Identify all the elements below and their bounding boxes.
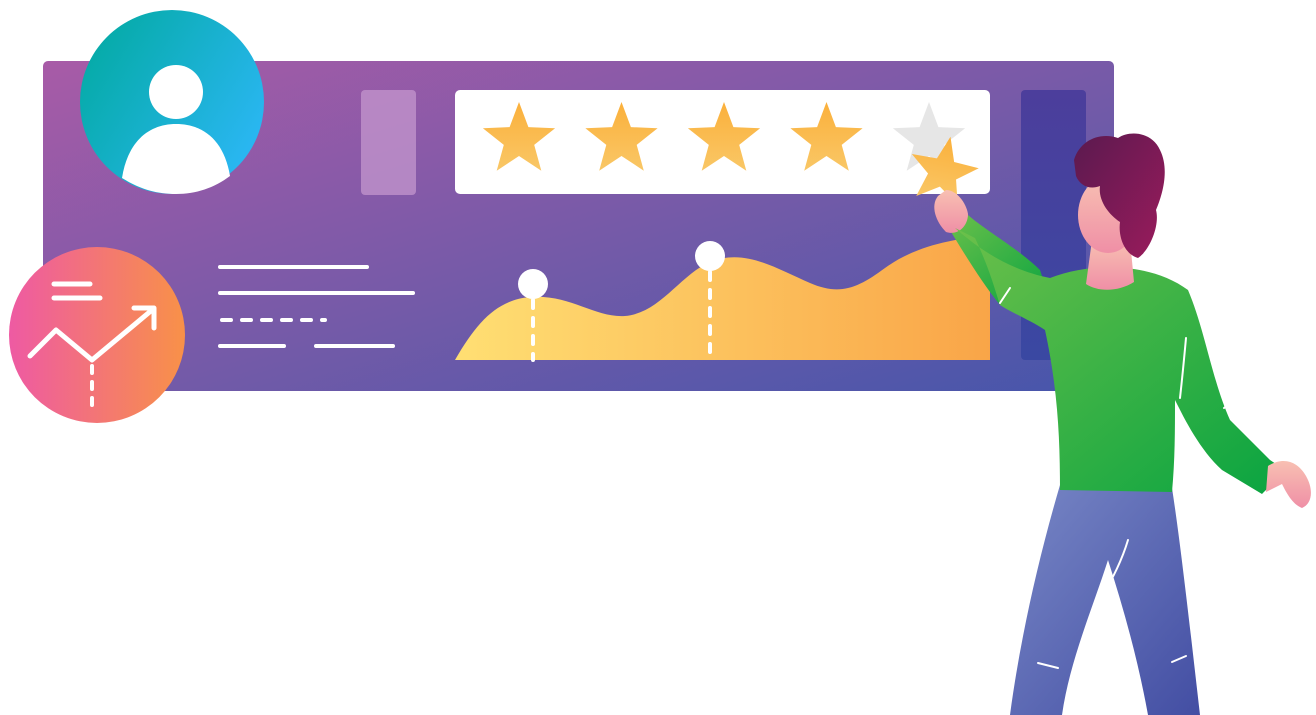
panel-side-block — [361, 90, 416, 195]
chart-point — [518, 269, 548, 299]
user-avatar-icon — [80, 10, 264, 194]
trend-chart-icon — [9, 247, 185, 423]
review-illustration — [9, 10, 1311, 715]
chart-point — [695, 241, 725, 271]
